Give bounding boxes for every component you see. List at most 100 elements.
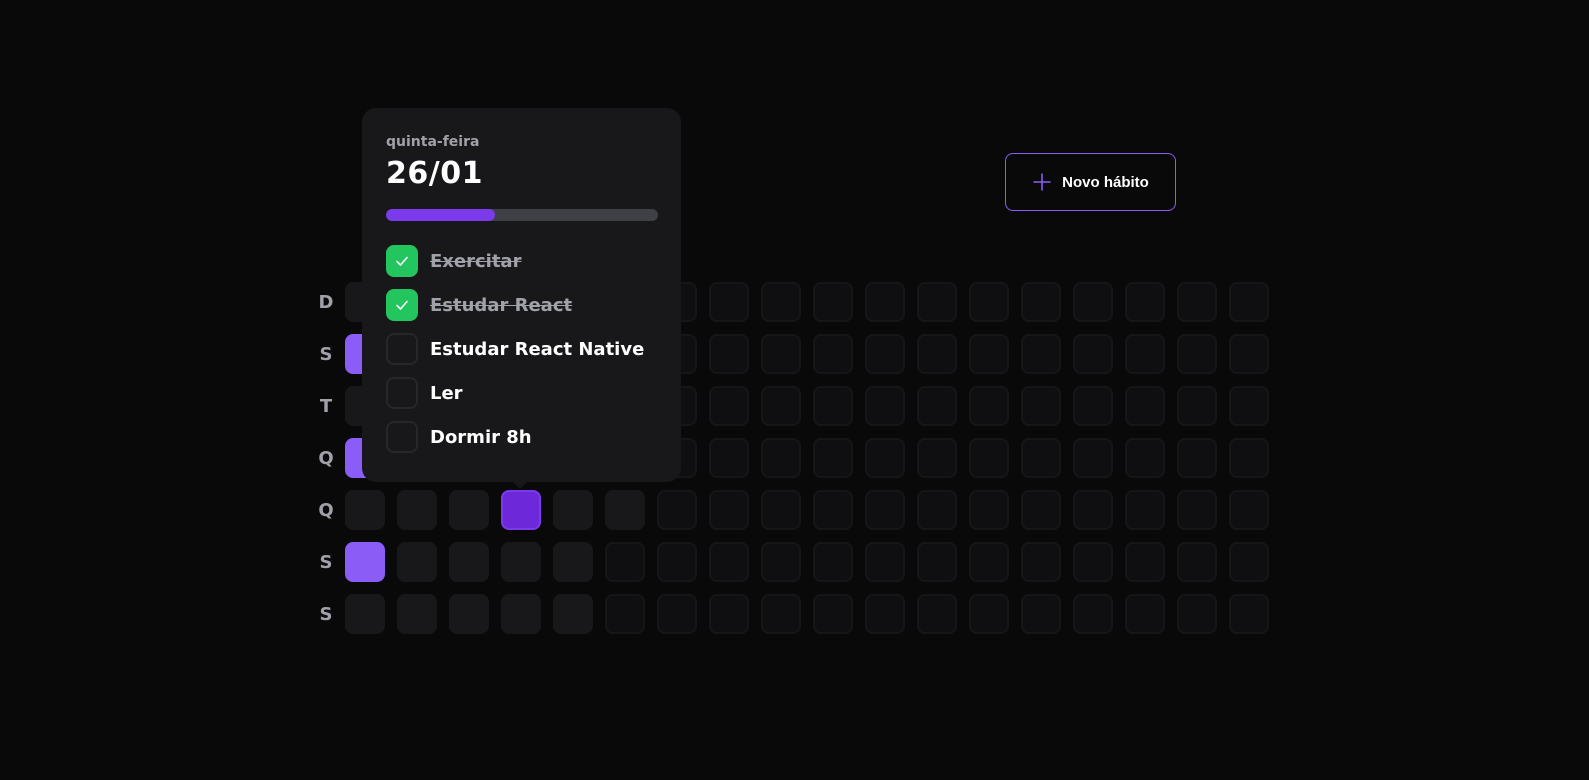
check-icon [396, 300, 408, 310]
habit-day-cell [865, 490, 905, 530]
habit-day-cell [1229, 334, 1269, 374]
habit-label: Dormir 8h [430, 426, 532, 448]
habit-item[interactable]: Dormir 8h [386, 421, 657, 453]
habit-day-cell [969, 334, 1009, 374]
habit-label: Ler [430, 382, 463, 404]
habit-day-cell[interactable] [553, 542, 593, 582]
habit-day-cell [865, 594, 905, 634]
habit-day-cell [605, 594, 645, 634]
new-habit-button[interactable]: Novo hábito [1005, 153, 1176, 211]
habit-day-cell [1021, 438, 1061, 478]
habit-day-cell [813, 542, 853, 582]
habit-day-cell [709, 334, 749, 374]
habit-day-cell [1021, 542, 1061, 582]
habit-day-cell [813, 438, 853, 478]
habit-day-cell[interactable] [345, 594, 385, 634]
habit-item[interactable]: Estudar React Native [386, 333, 657, 365]
habit-day-cell [1177, 282, 1217, 322]
habit-checkbox[interactable] [386, 377, 418, 409]
habit-day-cell [1073, 542, 1113, 582]
habit-day-cell [1021, 594, 1061, 634]
habit-day-cell [761, 594, 801, 634]
habit-day-cell [761, 542, 801, 582]
habit-day-cell [605, 542, 645, 582]
habit-day-cell [761, 334, 801, 374]
habit-day-cell[interactable] [605, 490, 645, 530]
habit-day-cell [1177, 334, 1217, 374]
habit-day-cell [1125, 438, 1165, 478]
habit-day-cell [657, 594, 697, 634]
habit-day-cell [761, 386, 801, 426]
habit-day-cell [969, 282, 1009, 322]
weekday-labels: D S T Q Q S S [316, 282, 336, 634]
habit-day-cell [813, 594, 853, 634]
weekday-label: Q [318, 499, 334, 521]
habit-day-cell[interactable] [397, 490, 437, 530]
habit-day-cell [813, 490, 853, 530]
popover-weekday: quinta-feira [386, 134, 480, 150]
habit-day-cell [865, 386, 905, 426]
habit-day-cell [1177, 438, 1217, 478]
habit-day-cell [813, 282, 853, 322]
habit-day-cell[interactable] [501, 594, 541, 634]
habit-day-cell [1177, 490, 1217, 530]
habit-day-cell [1125, 282, 1165, 322]
habit-day-cell [1229, 386, 1269, 426]
habit-day-cell [1073, 490, 1113, 530]
weekday-label: Q [318, 447, 334, 469]
habit-day-cell[interactable] [449, 594, 489, 634]
new-habit-label: Novo hábito [1062, 173, 1149, 191]
habit-day-cell [1229, 542, 1269, 582]
habit-day-cell [1125, 334, 1165, 374]
habit-day-cell[interactable] [449, 542, 489, 582]
habit-item[interactable]: Exercitar [386, 245, 657, 277]
habit-day-cell [865, 334, 905, 374]
habit-day-cell[interactable] [553, 490, 593, 530]
weekday-label: S [319, 343, 333, 365]
habit-day-cell[interactable] [501, 490, 541, 530]
habit-day-cell [761, 282, 801, 322]
habit-day-cell[interactable] [501, 542, 541, 582]
habit-day-cell [1229, 490, 1269, 530]
habit-day-cell [813, 386, 853, 426]
check-icon [396, 256, 408, 266]
habit-day-cell [1229, 282, 1269, 322]
habit-day-cell [1125, 542, 1165, 582]
habit-day-cell [969, 594, 1009, 634]
progress-fill [386, 209, 495, 221]
habit-day-cell[interactable] [397, 542, 437, 582]
habit-day-cell [1229, 438, 1269, 478]
habit-day-cell [1177, 386, 1217, 426]
habit-day-cell [865, 542, 905, 582]
habit-day-cell [1073, 334, 1113, 374]
habit-day-cell [1125, 490, 1165, 530]
habit-day-cell [1021, 282, 1061, 322]
habit-day-cell [1073, 594, 1113, 634]
habit-day-cell [657, 490, 697, 530]
habit-day-cell[interactable] [553, 594, 593, 634]
habit-checkbox[interactable] [386, 421, 418, 453]
habit-day-cell [1125, 386, 1165, 426]
habit-day-cell [657, 542, 697, 582]
habit-day-cell [709, 490, 749, 530]
habit-label: Estudar React Native [430, 338, 645, 360]
habit-day-cell [1125, 594, 1165, 634]
progress-bar [386, 209, 658, 221]
habit-day-cell [969, 438, 1009, 478]
habit-checkbox[interactable] [386, 333, 418, 365]
habit-day-cell [709, 542, 749, 582]
habit-checkbox[interactable] [386, 289, 418, 321]
habit-day-cell [709, 386, 749, 426]
habit-day-cell [1021, 490, 1061, 530]
habit-day-cell[interactable] [345, 542, 385, 582]
habit-day-cell[interactable] [449, 490, 489, 530]
habit-checkbox[interactable] [386, 245, 418, 277]
habit-day-cell [709, 594, 749, 634]
habit-item[interactable]: Ler [386, 377, 657, 409]
habit-item[interactable]: Estudar React [386, 289, 657, 321]
habit-day-cell [969, 542, 1009, 582]
habit-day-cell[interactable] [345, 490, 385, 530]
habit-day-cell[interactable] [397, 594, 437, 634]
habit-day-cell [865, 282, 905, 322]
habit-day-cell [1177, 594, 1217, 634]
